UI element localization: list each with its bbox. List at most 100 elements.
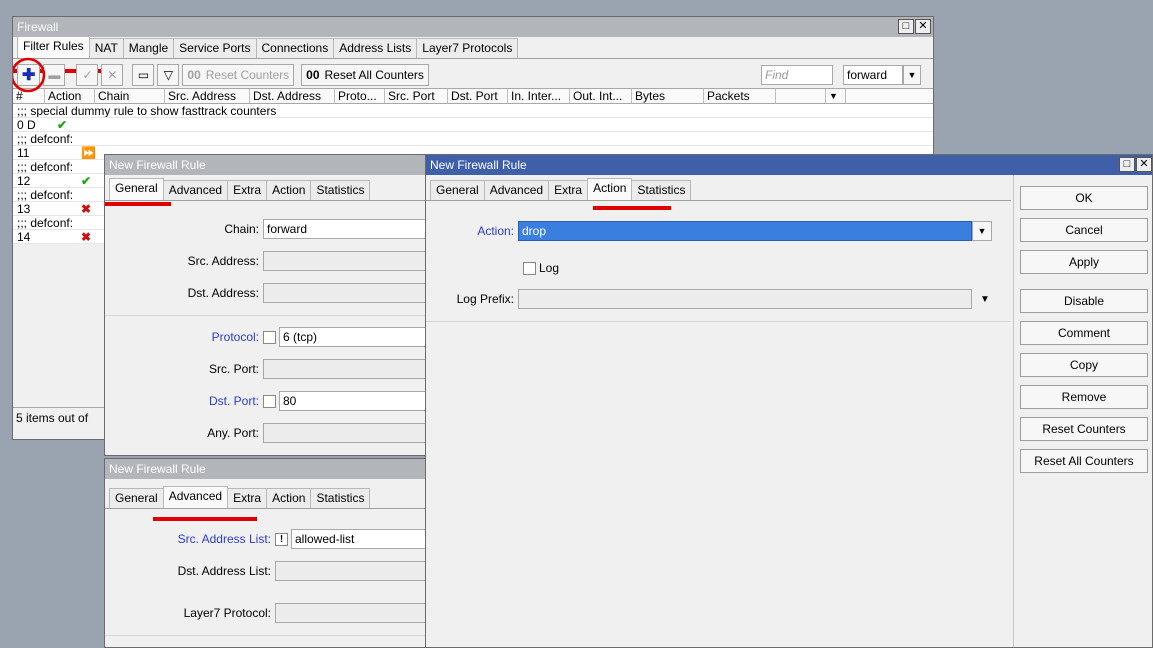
reset-counters-label: Reset Counters	[205, 68, 290, 82]
enable-button[interactable]: ✓	[76, 64, 99, 86]
tab-advanced[interactable]: Advanced	[162, 486, 229, 508]
src-address-field[interactable]	[263, 251, 433, 271]
chevron-down-icon[interactable]: ▼	[972, 221, 992, 241]
dst-address-list-label: Dst. Address List:	[177, 564, 271, 578]
drop-icon: ✖	[81, 202, 92, 216]
tab-connections[interactable]: Connections	[255, 38, 335, 58]
accept-icon: ✔	[57, 118, 68, 132]
dst-port-negate-checkbox[interactable]	[263, 394, 276, 408]
tab-statistics[interactable]: Statistics	[631, 180, 692, 200]
dst-address-list-field[interactable]	[275, 561, 433, 581]
col-dst-port[interactable]: Dst. Port	[448, 89, 508, 103]
filter-button[interactable]: ▽	[157, 64, 180, 86]
note-icon: ▭	[137, 68, 150, 82]
log-label: Log	[539, 261, 560, 275]
highlight-underline	[153, 517, 257, 521]
col-out-interface[interactable]: Out. Int...	[570, 89, 632, 103]
chevron-down-icon[interactable]: ▼	[903, 65, 921, 85]
apply-button[interactable]: Apply	[1020, 250, 1148, 274]
tab-action[interactable]: Action	[266, 180, 312, 200]
action-label: Action:	[477, 224, 514, 238]
ok-button[interactable]: OK	[1020, 186, 1148, 210]
columns-menu-icon[interactable]: ▼	[826, 89, 846, 103]
cross-icon: ✕	[107, 68, 118, 82]
rule-advanced-window: New Firewall Rule General Advanced Extra…	[104, 458, 434, 648]
rule-action-tabs: General Advanced Extra Action Statistics	[426, 175, 1011, 201]
tab-general[interactable]: General	[430, 180, 485, 200]
col-action[interactable]: Action	[45, 89, 95, 103]
find-input[interactable]: Find	[761, 65, 833, 85]
list-item[interactable]: ;;; special dummy rule to show fasttrack…	[13, 104, 933, 118]
remove-button[interactable]: Remove	[1020, 385, 1148, 409]
tab-action[interactable]: Action	[587, 178, 633, 200]
tab-general[interactable]: General	[109, 178, 164, 200]
reset-all-counters-button[interactable]: Reset All Counters	[1020, 449, 1148, 473]
log-checkbox[interactable]	[523, 261, 536, 275]
col-src-address[interactable]: Src. Address	[165, 89, 250, 103]
copy-button[interactable]: Copy	[1020, 353, 1148, 377]
col-in-interface[interactable]: In. Inter...	[508, 89, 570, 103]
reset-all-counters-button[interactable]: 00 Reset All Counters	[301, 64, 429, 86]
cancel-button[interactable]: Cancel	[1020, 218, 1148, 242]
tab-nat[interactable]: NAT	[88, 38, 124, 58]
tab-statistics[interactable]: Statistics	[310, 488, 371, 508]
protocol-label: Protocol:	[211, 330, 259, 344]
disable-button[interactable]: Disable	[1020, 289, 1148, 313]
disable-button[interactable]: ✕	[101, 64, 124, 86]
rule-advanced-titlebar[interactable]: New Firewall Rule	[105, 459, 433, 479]
table-row[interactable]: 0 D ✔	[13, 118, 933, 132]
tab-service-ports[interactable]: Service Ports	[173, 38, 257, 58]
chain-field[interactable]: forward	[263, 219, 433, 239]
reset-counters-button[interactable]: Reset Counters	[1020, 417, 1148, 441]
col-packets[interactable]: Packets	[704, 89, 776, 103]
src-list-negate-checkbox[interactable]: !	[275, 532, 288, 546]
col-chain[interactable]: Chain	[95, 89, 165, 103]
any-port-field[interactable]	[263, 423, 433, 443]
comment-button[interactable]: ▭	[132, 64, 155, 86]
src-port-field[interactable]	[263, 359, 433, 379]
log-prefix-field[interactable]	[518, 289, 972, 309]
red-circle-annotation	[13, 57, 46, 93]
tab-advanced[interactable]: Advanced	[162, 180, 229, 200]
col-bytes[interactable]: Bytes	[632, 89, 704, 103]
tab-extra[interactable]: Extra	[227, 180, 268, 200]
dst-address-field[interactable]	[263, 283, 433, 303]
tab-extra[interactable]: Extra	[227, 488, 268, 508]
col-extra[interactable]	[776, 89, 826, 103]
firewall-titlebar[interactable]: Firewall	[13, 17, 933, 37]
tab-advanced[interactable]: Advanced	[483, 180, 550, 200]
protocol-negate-checkbox[interactable]	[263, 330, 276, 344]
col-protocol[interactable]: Proto...	[335, 89, 385, 103]
comment-button[interactable]: Comment	[1020, 321, 1148, 345]
dst-port-field[interactable]: 80	[279, 391, 429, 411]
chain-filter-select[interactable]: forward	[843, 65, 903, 85]
tab-action[interactable]: Action	[266, 488, 312, 508]
col-src-port[interactable]: Src. Port	[385, 89, 448, 103]
maximize-icon[interactable]: □	[1119, 157, 1135, 172]
dialog-divider	[1013, 175, 1014, 647]
layer7-protocol-label: Layer7 Protocol:	[183, 606, 271, 620]
col-dst-address[interactable]: Dst. Address	[250, 89, 335, 103]
remove-button[interactable]: ▬	[43, 64, 66, 86]
maximize-icon[interactable]: □	[898, 19, 914, 34]
tab-general[interactable]: General	[109, 488, 164, 508]
tab-filter-rules[interactable]: Filter Rules	[17, 36, 90, 58]
rule-general-titlebar[interactable]: New Firewall Rule	[105, 155, 433, 175]
protocol-field[interactable]: 6 (tcp)	[279, 327, 429, 347]
layer7-protocol-field[interactable]	[275, 603, 433, 623]
close-icon[interactable]: ✕	[915, 19, 931, 34]
firewall-toolbar: ✚ ▬ ✓ ✕ ▭ ▽ 00 Reset Counters 00 Reset A…	[13, 57, 933, 93]
tab-layer7-protocols[interactable]: Layer7 Protocols	[416, 38, 519, 58]
rule-action-titlebar[interactable]: New Firewall Rule	[426, 155, 1152, 175]
tab-extra[interactable]: Extra	[548, 180, 589, 200]
tab-mangle[interactable]: Mangle	[122, 38, 175, 58]
reset-counters-button[interactable]: 00 Reset Counters	[182, 64, 295, 86]
tab-statistics[interactable]: Statistics	[310, 180, 371, 200]
add-button[interactable]: ✚	[13, 57, 46, 93]
src-address-list-field[interactable]: allowed-list	[291, 529, 431, 549]
chevron-down-icon[interactable]: ▼	[980, 294, 990, 305]
tab-address-lists[interactable]: Address Lists	[333, 38, 418, 58]
action-select[interactable]: drop	[518, 221, 972, 241]
close-icon[interactable]: ✕	[1136, 157, 1152, 172]
list-item[interactable]: ;;; defconf:	[13, 132, 933, 146]
